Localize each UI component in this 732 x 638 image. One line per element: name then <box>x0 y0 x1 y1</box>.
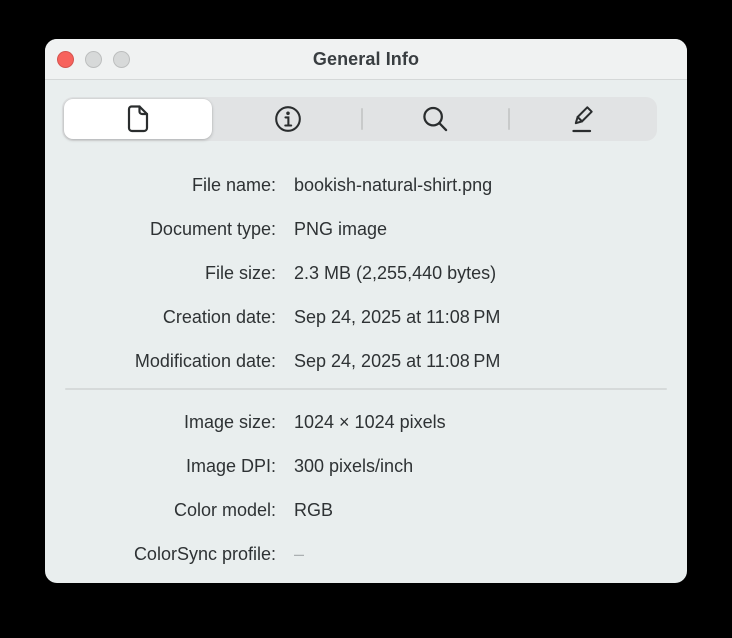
info-row: Document type: PNG image <box>45 207 687 251</box>
window-title: General Info <box>313 49 419 70</box>
general-info-window: General Info <box>45 39 687 583</box>
info-row: File size: 2.3 MB (2,255,440 bytes) <box>45 251 687 295</box>
info-row: ColorSync profile: – <box>45 532 687 576</box>
row-value: 2.3 MB (2,255,440 bytes) <box>294 263 496 284</box>
search-icon <box>420 104 450 134</box>
row-value: 300 pixels/inch <box>294 456 413 477</box>
minimize-button[interactable] <box>85 51 102 68</box>
row-value: Sep 24, 2025 at 11:08 PM <box>294 351 500 372</box>
row-label: File size: <box>45 263 276 284</box>
traffic-lights <box>57 39 130 79</box>
info-row: Color model: RGB <box>45 488 687 532</box>
pencil-icon <box>566 102 600 136</box>
info-row: File name: bookish-natural-shirt.png <box>45 163 687 207</box>
titlebar[interactable]: General Info <box>45 39 687 80</box>
tab-more-info[interactable] <box>214 97 362 141</box>
row-label: Document type: <box>45 219 276 240</box>
row-label: Modification date: <box>45 351 276 372</box>
row-value: – <box>294 544 304 565</box>
row-value: RGB <box>294 500 333 521</box>
row-label: Creation date: <box>45 307 276 328</box>
tab-keywords[interactable] <box>362 97 510 141</box>
info-row: Creation date: Sep 24, 2025 at 11:08 PM <box>45 295 687 339</box>
close-button[interactable] <box>57 51 74 68</box>
section-divider <box>65 388 667 390</box>
tab-general[interactable] <box>64 99 212 139</box>
info-icon <box>273 104 303 134</box>
row-label: Image DPI: <box>45 456 276 477</box>
row-value: bookish-natural-shirt.png <box>294 175 492 196</box>
info-row: Image size: 1024 × 1024 pixels <box>45 400 687 444</box>
document-icon <box>124 103 152 135</box>
info-row: Modification date: Sep 24, 2025 at 11:08… <box>45 339 687 383</box>
row-label: ColorSync profile: <box>45 544 276 565</box>
zoom-button[interactable] <box>113 51 130 68</box>
row-value: PNG image <box>294 219 387 240</box>
row-label: Image size: <box>45 412 276 433</box>
row-label: Color model: <box>45 500 276 521</box>
row-value: Sep 24, 2025 at 11:08 PM <box>294 307 500 328</box>
row-label: File name: <box>45 175 276 196</box>
info-panel: File name: bookish-natural-shirt.png Doc… <box>45 163 687 576</box>
row-value: 1024 × 1024 pixels <box>294 412 446 433</box>
inspector-tab-bar <box>62 97 657 141</box>
info-row: Image DPI: 300 pixels/inch <box>45 444 687 488</box>
tab-annotations[interactable] <box>509 97 657 141</box>
